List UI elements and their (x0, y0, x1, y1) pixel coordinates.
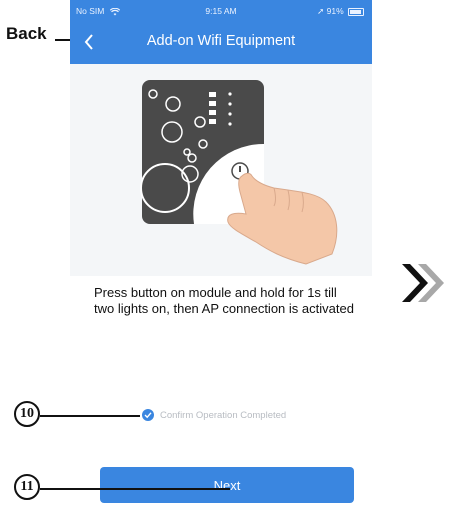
location-arrow-icon: ➚ (317, 6, 325, 16)
status-bar: No SIM 9:15 AM ➚ 91% (70, 4, 372, 18)
confirm-checkbox[interactable] (142, 409, 154, 421)
device-hand-image (140, 80, 338, 265)
annotation-step-11-pointer (40, 488, 230, 490)
app-header: No SIM 9:15 AM ➚ 91% Add-on Wifi Equipme… (70, 0, 372, 64)
confirm-label: Confirm Operation Completed (160, 410, 287, 421)
module-illustration (70, 64, 372, 276)
phone-screen: No SIM 9:15 AM ➚ 91% Add-on Wifi Equipme… (70, 0, 372, 510)
page-title: Add-on Wifi Equipment (146, 33, 296, 49)
battery-icon (348, 7, 364, 16)
annotation-step-10: 10 (14, 401, 40, 427)
next-button[interactable]: Next (100, 467, 354, 503)
double-chevron-right-icon (402, 264, 444, 302)
status-battery: ➚ 91% (317, 6, 364, 17)
annotation-back-label: Back (6, 24, 47, 43)
annotation-step-10-pointer (40, 415, 140, 417)
annotation-step-11: 11 (14, 474, 40, 500)
checkmark-icon (144, 412, 152, 419)
instruction-text: Press button on module and hold for 1s t… (94, 285, 354, 316)
next-step-arrow (398, 262, 446, 309)
battery-percent: 91% (326, 6, 344, 16)
